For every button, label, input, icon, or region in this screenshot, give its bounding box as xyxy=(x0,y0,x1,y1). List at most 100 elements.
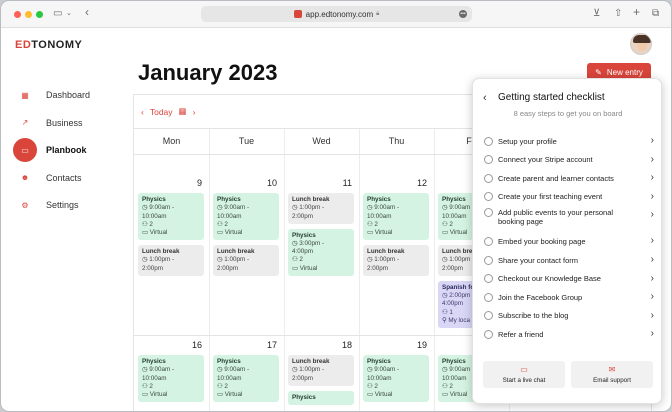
sidebar-item-settings[interactable]: ⚙ Settings xyxy=(11,193,126,217)
checkbox-circle-icon[interactable] xyxy=(484,292,493,302)
chevron-right-icon[interactable]: › xyxy=(651,172,654,183)
avatar[interactable] xyxy=(630,33,652,55)
checklist-item-label: Checkout our Knowledge Base xyxy=(498,274,601,283)
event-card[interactable]: Physics ◷ 9:00am -10:00am ⚇ 2 ▭ Virtual xyxy=(138,355,204,403)
sidebar-item-dashboard[interactable]: ▦ Dashboard xyxy=(11,83,126,107)
zoom-window-button[interactable] xyxy=(36,11,43,18)
site-favicon-icon xyxy=(293,10,302,18)
checklist-item-line: Create your first teaching event xyxy=(498,192,603,202)
event-detail: ◷ 9:00am - xyxy=(367,204,400,212)
sidebar-item-business[interactable]: ↗ Business xyxy=(11,111,126,135)
calendar-icon[interactable]: ▦ xyxy=(179,106,187,117)
checklist-item[interactable]: Setup your profile › xyxy=(484,134,654,148)
event-card[interactable]: Physics ◷ 9:00am -10:00am ⚇ 2 ▭ Virtual xyxy=(213,355,279,403)
event-title: Physics xyxy=(367,196,391,203)
event-detail: 2:00pm xyxy=(292,212,314,220)
live-chat-button[interactable]: ▭ Start a live chat xyxy=(483,361,565,388)
sidebar-toggle-icon[interactable]: ▭ xyxy=(53,8,62,20)
event-detail: ◷ 1:00pm - xyxy=(292,204,325,212)
checklist-item[interactable]: Share your contact form › xyxy=(484,253,654,267)
checklist-item[interactable]: Refer a friend › xyxy=(484,327,654,341)
checkbox-circle-icon[interactable] xyxy=(484,155,493,165)
chevron-right-icon[interactable]: › xyxy=(651,209,654,220)
event-card[interactable]: Lunch break ◷ 1:00pm -2:00pm xyxy=(138,245,204,276)
share-icon[interactable]: ⇧ xyxy=(614,8,622,20)
chevron-right-icon[interactable]: › xyxy=(651,254,654,265)
chevron-down-icon[interactable]: ⌄ xyxy=(66,8,72,20)
event-card[interactable]: Physics ◷ 9:00am -10:00am ⚇ 2 ▭ Virtual xyxy=(213,193,279,241)
event-card[interactable]: Physics ◷ 9:00am -10:00am ⚇ 2 ▭ Virtual xyxy=(363,193,429,241)
chevron-right-icon[interactable]: › xyxy=(651,191,654,202)
event-detail: ◷ 1:00pm - xyxy=(142,256,175,264)
checklist-item[interactable]: Add public events to your personal bookin… xyxy=(484,208,654,230)
checklist-item[interactable]: Create your first teaching event › xyxy=(484,190,654,204)
sidebar-item-contacts[interactable]: ☻ Contacts xyxy=(11,166,126,190)
edit-icon: ✎ xyxy=(595,67,602,77)
browser-toolbar: ▭ ⌄ ‹ app.edtonomy.com 🔒︎ ••• ⊻ ⇧ + ⧉ xyxy=(1,1,671,28)
column-divider xyxy=(284,128,285,411)
checklist-item-line: Add public events to your personal xyxy=(498,208,614,218)
chevron-right-icon[interactable]: › xyxy=(651,273,654,284)
checklist-item[interactable]: Connect your Stripe account › xyxy=(484,153,654,167)
more-options-icon[interactable]: ••• xyxy=(459,10,467,18)
download-icon[interactable]: ⊻ xyxy=(593,8,600,20)
checklist-item[interactable]: Checkout our Knowledge Base › xyxy=(484,272,654,286)
checklist-item-line: Setup your profile xyxy=(498,136,557,146)
sidebar-item-label: Settings xyxy=(46,200,79,210)
chevron-right-icon[interactable]: › xyxy=(651,328,654,339)
prev-week-icon[interactable]: ‹ xyxy=(141,107,144,117)
gear-icon: ⚙ xyxy=(21,200,29,210)
checkbox-circle-icon[interactable] xyxy=(484,192,493,202)
day-number: 9 xyxy=(196,178,202,188)
address-bar[interactable]: app.edtonomy.com 🔒︎ ••• xyxy=(201,6,472,22)
event-title: Physics xyxy=(142,358,166,365)
next-week-icon[interactable]: › xyxy=(193,107,196,117)
event-detail: ◷ 1:00pm - xyxy=(292,366,325,374)
checkbox-circle-icon[interactable] xyxy=(484,136,493,146)
chevron-right-icon[interactable]: › xyxy=(651,154,654,165)
checkbox-circle-icon[interactable] xyxy=(484,208,493,218)
checklist-item-label: Share your contact form xyxy=(498,256,578,265)
checkbox-circle-icon[interactable] xyxy=(484,255,493,265)
checkbox-circle-icon[interactable] xyxy=(484,236,493,246)
event-detail: 2:00pm xyxy=(217,264,239,272)
new-tab-icon[interactable]: + xyxy=(633,6,640,18)
day-header: Mon xyxy=(162,136,181,146)
checkbox-circle-icon[interactable] xyxy=(484,173,493,183)
event-detail: ▭ Virtual xyxy=(217,391,243,399)
today-button[interactable]: Today xyxy=(150,107,173,117)
event-card[interactable]: Physics ◷ 3:00pm -4:00pm ⚇ 2 ▭ Virtual xyxy=(288,228,354,276)
chevron-right-icon[interactable]: › xyxy=(651,291,654,302)
checklist-item[interactable]: Embed your booking page › xyxy=(484,234,654,248)
event-card[interactable]: Physics xyxy=(288,390,354,405)
event-card[interactable]: Lunch break ◷ 1:00pm -2:00pm xyxy=(288,193,354,224)
event-card[interactable]: Physics ◷ 9:00am -10:00am ⚇ 2 ▭ Virtual xyxy=(363,355,429,403)
minimize-window-button[interactable] xyxy=(25,11,32,18)
close-window-button[interactable] xyxy=(14,11,21,18)
back-icon[interactable]: ‹ xyxy=(483,92,487,104)
email-support-button[interactable]: ✉ Email support xyxy=(571,361,653,388)
tab-overview-icon[interactable]: ⧉ xyxy=(652,8,659,20)
checklist-item[interactable]: Join the Facebook Group › xyxy=(484,290,654,304)
event-detail: 10:00am xyxy=(217,212,242,220)
sidebar-item-label: Contacts xyxy=(46,172,82,183)
checkbox-circle-icon[interactable] xyxy=(484,311,493,321)
event-card[interactable]: Physics ◷ 9:00am -10:00am ⚇ 2 ▭ Virtual xyxy=(138,193,204,241)
event-detail: ◷ 9:00am - xyxy=(217,366,250,374)
chevron-right-icon[interactable]: › xyxy=(651,235,654,246)
event-card[interactable]: Lunch break ◷ 1:00pm -2:00pm xyxy=(213,245,279,276)
column-divider xyxy=(209,128,210,411)
sidebar-item-planbook[interactable]: ▭ Planbook xyxy=(11,138,126,162)
day-number: 10 xyxy=(266,178,277,188)
chevron-right-icon[interactable]: › xyxy=(651,310,654,321)
checklist-item[interactable]: Create parent and learner contacts › xyxy=(484,171,654,185)
chevron-right-icon[interactable]: › xyxy=(651,135,654,146)
app-logo[interactable]: EDTONOMY xyxy=(15,39,82,51)
new-entry-label: New entry xyxy=(606,67,643,77)
event-card[interactable]: Lunch break ◷ 1:00pm -2:00pm xyxy=(363,245,429,276)
checklist-item[interactable]: Subscribe to the blog › xyxy=(484,309,654,323)
checkbox-circle-icon[interactable] xyxy=(484,329,493,339)
event-card[interactable]: Lunch break ◷ 1:00pm -2:00pm xyxy=(288,355,354,386)
checkbox-circle-icon[interactable] xyxy=(484,274,493,284)
back-arrow-icon[interactable]: ‹ xyxy=(85,6,89,18)
